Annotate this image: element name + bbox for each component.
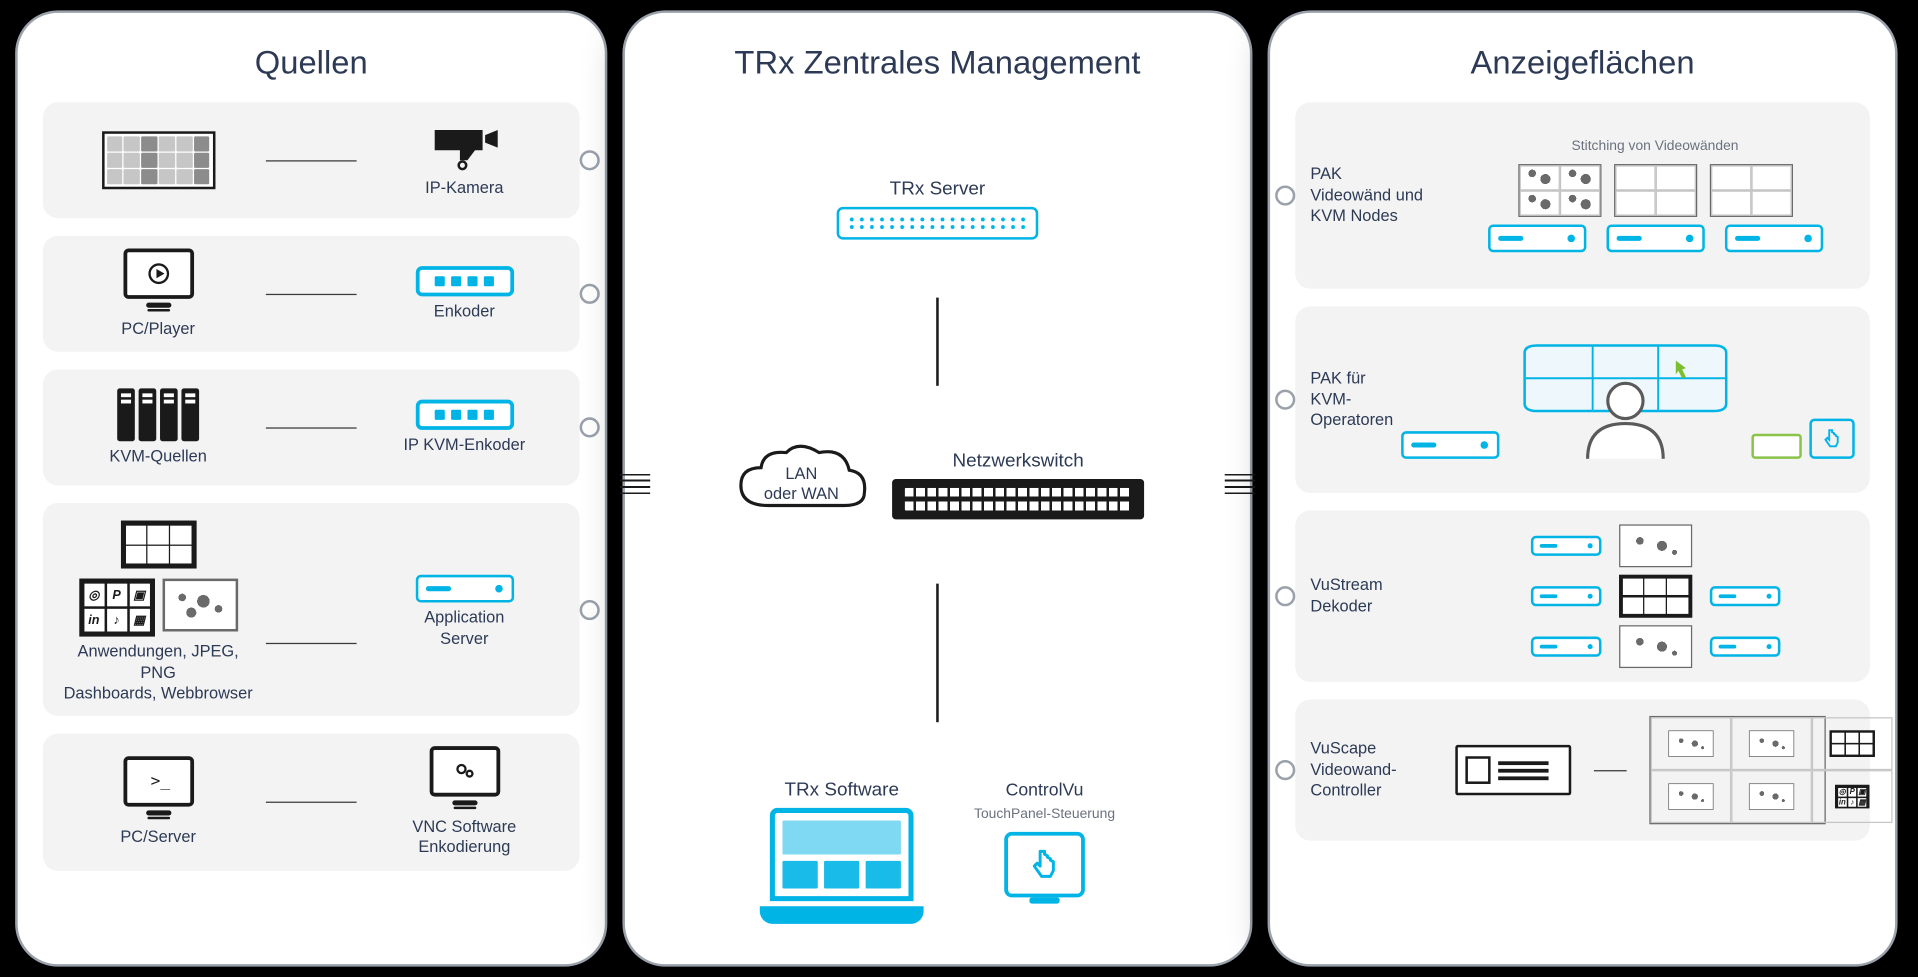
trx-server-icon	[836, 207, 1038, 240]
encoder-icon	[415, 266, 513, 296]
keyboard-icon	[1751, 434, 1801, 459]
stitching-header-label: Stitching von Videowänden	[1571, 139, 1738, 156]
videowall-stitching-icon	[1517, 164, 1792, 217]
encoder-label: Enkoder	[433, 301, 494, 321]
network-switch-icon	[892, 478, 1144, 518]
network-switch-label: Netzwerkswitch	[952, 449, 1083, 470]
panel-sources-title: Quellen	[42, 43, 579, 82]
source-row-kvm: KVM-Quellen IP KVM-Enkoder	[42, 370, 579, 486]
trx-server-block: TRx Server	[836, 178, 1038, 240]
touch-small-icon	[1809, 419, 1854, 459]
pak-node-icon	[1605, 224, 1703, 252]
panel-management: TRx Zentrales Management TRx Server LANo…	[622, 10, 1252, 966]
panel-displays: Anzeigeflächen PAK Videowänd und KVM Nod…	[1267, 10, 1897, 966]
trx-server-label: TRx Server	[889, 178, 985, 199]
ip-camera-label: IP-Kamera	[425, 178, 503, 198]
kvm-sources-icon	[117, 388, 199, 441]
display-row-pak-operator: PAK für KVM-Operatoren	[1295, 306, 1870, 492]
pc-server-label: PC/Server	[120, 827, 196, 847]
pak-videowall-label: PAK Videowänd und KVM Nodes	[1310, 164, 1455, 228]
ip-camera-icon	[426, 122, 502, 172]
dashboard-thumb-icon	[120, 521, 196, 569]
source-row-vnc: >_ PC/Server VNC Software Enkodierung	[42, 734, 579, 871]
display-row-pak-videowall: PAK Videowänd und KVM Nodes Stitching vo…	[1295, 102, 1870, 288]
applications-label: Anwendungen, JPEG, PNG Dashboards, Webbr…	[60, 642, 255, 703]
pak-operator-node-icon	[1401, 431, 1499, 459]
operator-workstation-icon	[1512, 340, 1739, 458]
connector-left-lines	[619, 474, 649, 494]
pak-nodes-row	[1487, 224, 1822, 252]
controlvu-label2: TouchPanel-Steuerung	[974, 807, 1115, 824]
connector-right-lines	[1224, 474, 1254, 494]
source-row-pcplayer: PC/Player Enkoder	[42, 236, 579, 352]
vustream-decoders-icon	[1530, 524, 1779, 668]
trx-software-block: TRx Software	[759, 779, 923, 924]
kvm-sources-label: KVM-Quellen	[109, 446, 206, 466]
source-row-applications: ◎P▣in♪▦ Anwendungen, JPEG, PNG Dashboard…	[42, 503, 579, 716]
ip-kvm-encoder-icon	[415, 400, 513, 430]
application-server-label: Application Server	[424, 608, 504, 649]
vnc-encoding-label: VNC Software Enkodierung	[366, 817, 561, 858]
map-thumb-icon	[161, 579, 237, 632]
vuscape-label: VuScape Videowand-Controller	[1310, 738, 1455, 802]
panel-sources: Quellen IP-Kamera	[15, 10, 607, 966]
vuscape-controller-icon	[1455, 745, 1571, 795]
laptop-icon	[759, 808, 923, 924]
panel-displays-title: Anzeigeflächen	[1295, 43, 1870, 82]
pc-player-label: PC/Player	[121, 319, 195, 339]
cloud-lan-wan: LANoder WAN	[730, 443, 871, 526]
touch-panel-icon	[1004, 832, 1085, 898]
cloud-line2: oder WAN	[763, 484, 838, 503]
source-row-ipcamera: IP-Kamera	[42, 102, 579, 218]
pak-node-icon	[1724, 224, 1822, 252]
svg-text:>_: >_	[150, 771, 170, 790]
pc-server-icon: >_	[122, 756, 193, 806]
display-row-vuscape: VuScape Videowand-Controller ◎P▣in♪▦	[1295, 700, 1870, 841]
ip-kvm-encoder-label: IP KVM-Enkoder	[403, 435, 525, 455]
cloud-line1: LAN	[785, 464, 817, 483]
pak-node-icon	[1487, 224, 1585, 252]
vnc-encoding-icon	[429, 746, 500, 796]
controlvu-label1: ControlVu	[1005, 779, 1083, 799]
architecture-diagram: Quellen IP-Kamera	[5, 0, 1914, 977]
display-row-vustream: VuStream Dekoder	[1295, 511, 1870, 682]
vuscape-wall-icon: ◎P▣in♪▦	[1649, 716, 1825, 824]
traffic-feed-icon	[101, 131, 214, 189]
vustream-label: VuStream Dekoder	[1310, 575, 1455, 618]
panel-management-title: TRx Zentrales Management	[650, 43, 1225, 82]
controlvu-block: ControlVu TouchPanel-Steuerung	[974, 779, 1115, 897]
trx-software-label: TRx Software	[784, 779, 898, 800]
pc-player-icon	[122, 248, 193, 298]
pak-operator-label: PAK für KVM-Operatoren	[1310, 368, 1401, 432]
application-server-icon	[415, 575, 513, 603]
apps-grid-icon: ◎P▣in♪▦	[78, 579, 154, 637]
